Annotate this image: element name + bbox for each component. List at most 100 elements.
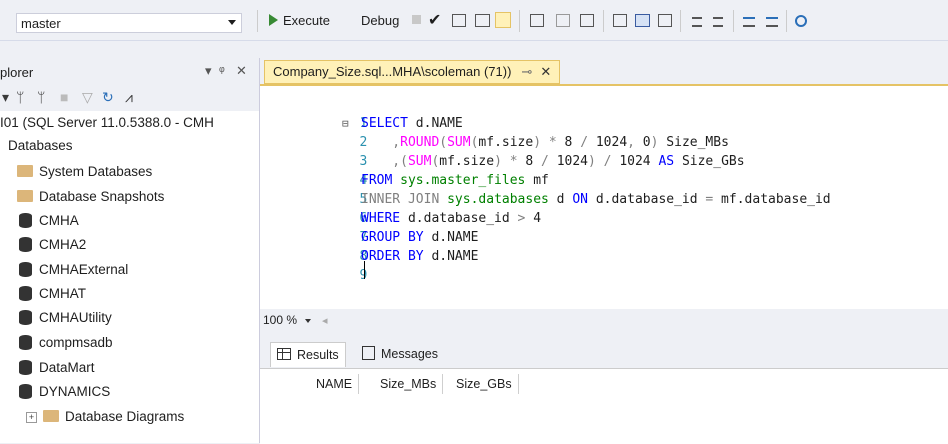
toolbar-separator bbox=[733, 10, 734, 32]
stop-icon[interactable] bbox=[412, 15, 421, 24]
chevron-down-icon[interactable] bbox=[305, 319, 311, 323]
tree-item-database-diagrams[interactable]: + Database Diagrams bbox=[26, 405, 184, 429]
play-icon bbox=[269, 14, 278, 26]
server-node[interactable]: I01 (SQL Server 11.0.5388.0 - CMH bbox=[0, 111, 214, 135]
activity-monitor-icon[interactable]: ⩘ bbox=[125, 89, 133, 106]
tree-item-label: CMHAUtility bbox=[39, 310, 112, 325]
object-explorer-toolbar: ▾ ᛘ ᛘ ■ ▽ ↻ ⩘ bbox=[0, 85, 259, 111]
tree-item-datamart[interactable]: DataMart bbox=[19, 356, 95, 380]
code-line: 8 ORDER BY d.NAME bbox=[260, 228, 478, 264]
object-explorer: plorer ▾ ᵠ ✕ ▾ ᛘ ᛘ ■ ▽ ↻ ⩘ I01 (SQL Serv… bbox=[0, 58, 260, 443]
toolbar-separator bbox=[680, 10, 681, 32]
specify-values-icon[interactable] bbox=[795, 15, 807, 27]
tab-results-label: Results bbox=[297, 348, 339, 362]
object-explorer-header: plorer ▾ ᵠ ✕ bbox=[0, 58, 259, 85]
window-position-icon[interactable]: ▾ bbox=[205, 63, 212, 79]
database-icon bbox=[19, 384, 32, 399]
pin-icon[interactable]: ⊸ bbox=[521, 64, 532, 79]
text-cursor bbox=[364, 261, 365, 279]
tree-item-cmha2[interactable]: CMHA2 bbox=[19, 233, 86, 257]
column-header-size-gbs[interactable]: Size_GBs bbox=[450, 374, 519, 394]
zoom-bar: 100 % ◂ bbox=[260, 309, 948, 331]
pin-icon[interactable]: ᵠ bbox=[219, 63, 225, 78]
toolbar-separator bbox=[786, 10, 787, 32]
execute-label: Execute bbox=[283, 13, 330, 28]
parse-icon[interactable] bbox=[452, 14, 466, 27]
tree-item-compmsadb[interactable]: compmsadb bbox=[19, 331, 113, 355]
column-header-name[interactable]: NAME bbox=[310, 374, 360, 394]
tab-messages-label: Messages bbox=[381, 347, 438, 361]
database-select-value: master bbox=[21, 16, 61, 31]
tree-item-cmhat[interactable]: CMHAT bbox=[19, 282, 86, 306]
uncomment-icon[interactable] bbox=[713, 17, 723, 27]
results-grid[interactable]: NAME Size_MBs Size_GBs bbox=[260, 368, 948, 444]
tree-item-label: DataMart bbox=[39, 360, 95, 375]
tree-item-label: System Databases bbox=[39, 164, 153, 179]
connect-icon[interactable]: ▾ bbox=[2, 89, 9, 106]
filter-icon[interactable]: ▽ bbox=[82, 89, 93, 106]
results-tabstrip: Results Messages bbox=[260, 340, 948, 368]
increase-indent-icon[interactable] bbox=[766, 17, 778, 27]
tree-item-cmha[interactable]: CMHA bbox=[19, 209, 79, 233]
code-line: 7 GROUP BY d.NAME bbox=[260, 209, 478, 245]
databases-node[interactable]: Databases bbox=[8, 134, 73, 158]
code-line: 4 FROM sys.master_files mf bbox=[260, 152, 548, 188]
tree-item-label: CMHAT bbox=[39, 286, 86, 301]
column-header-size-mbs[interactable]: Size_MBs bbox=[374, 374, 444, 394]
zoom-select[interactable]: 100 % bbox=[263, 313, 297, 327]
tab-results[interactable]: Results bbox=[270, 342, 346, 367]
execute-button[interactable]: Execute bbox=[269, 11, 330, 31]
client-stats-icon[interactable] bbox=[580, 14, 594, 27]
refresh-icon[interactable]: ↻ bbox=[102, 89, 114, 106]
databases-label: Databases bbox=[8, 138, 73, 153]
tree-item-cmhaexternal[interactable]: CMHAExternal bbox=[19, 258, 128, 282]
tree-item-label: CMHA bbox=[39, 213, 79, 228]
results-to-file-icon[interactable] bbox=[658, 14, 672, 27]
display-plan-icon[interactable] bbox=[475, 14, 490, 27]
toolbar-separator bbox=[257, 10, 258, 32]
stop-icon[interactable]: ■ bbox=[60, 89, 68, 105]
messages-icon bbox=[362, 346, 375, 360]
tree-item-cmhautility[interactable]: CMHAUtility bbox=[19, 306, 112, 330]
tree-item-label: CMHA2 bbox=[39, 237, 87, 252]
scroll-left-icon[interactable]: ◂ bbox=[322, 314, 328, 327]
results-to-text-icon[interactable] bbox=[613, 14, 627, 27]
check-icon[interactable]: ✔ bbox=[428, 10, 444, 29]
database-icon bbox=[19, 213, 32, 228]
decrease-indent-icon[interactable] bbox=[743, 17, 755, 27]
close-icon[interactable]: ✕ bbox=[540, 64, 551, 79]
chevron-down-icon[interactable] bbox=[228, 20, 236, 25]
database-icon bbox=[19, 286, 32, 301]
results-to-grid-icon[interactable] bbox=[635, 14, 650, 27]
tree-item-system-databases[interactable]: System Databases bbox=[17, 160, 152, 184]
code-line: 3 ,(SUM(mf.size) * 8 / 1024) / 1024 AS S… bbox=[260, 133, 744, 169]
code-line: 6 WHERE d.database_id > 4 bbox=[260, 190, 541, 226]
database-select[interactable]: master bbox=[16, 13, 242, 33]
toolbar: master Execute Debug ✔ bbox=[0, 0, 948, 41]
folder-icon bbox=[17, 165, 33, 177]
intellisense-icon[interactable] bbox=[530, 14, 544, 27]
database-icon bbox=[19, 237, 32, 252]
comment-icon[interactable] bbox=[692, 17, 702, 27]
database-icon bbox=[19, 335, 32, 350]
tab-company-size-sql[interactable]: Company_Size.sql...MHA\scoleman (71)) ⊸ ✕ bbox=[264, 60, 561, 84]
disconnect-icon[interactable]: ᛘ bbox=[37, 89, 45, 105]
column-header-label: Size_MBs bbox=[380, 377, 437, 391]
query-options-icon[interactable] bbox=[495, 12, 511, 28]
close-icon[interactable]: ✕ bbox=[236, 63, 247, 79]
expand-icon[interactable]: + bbox=[26, 412, 37, 423]
toolbar-separator bbox=[603, 10, 604, 32]
debug-button[interactable]: Debug bbox=[361, 11, 399, 31]
tree-item-label: DYNAMICS bbox=[39, 384, 111, 399]
grid-icon bbox=[277, 348, 291, 360]
tree-item-label: CMHAExternal bbox=[39, 262, 129, 277]
column-header-label: Size_GBs bbox=[456, 377, 512, 391]
tree-item-database-snapshots[interactable]: Database Snapshots bbox=[17, 185, 164, 209]
actual-plan-icon[interactable] bbox=[556, 14, 570, 27]
tree-item-label: Database Snapshots bbox=[39, 189, 165, 204]
connect-plug-icon[interactable]: ᛘ bbox=[16, 89, 24, 105]
tree-item-dynamics[interactable]: DYNAMICS bbox=[19, 380, 110, 404]
folder-icon bbox=[43, 410, 59, 422]
tab-messages[interactable]: Messages bbox=[356, 342, 444, 366]
database-icon bbox=[19, 262, 32, 277]
